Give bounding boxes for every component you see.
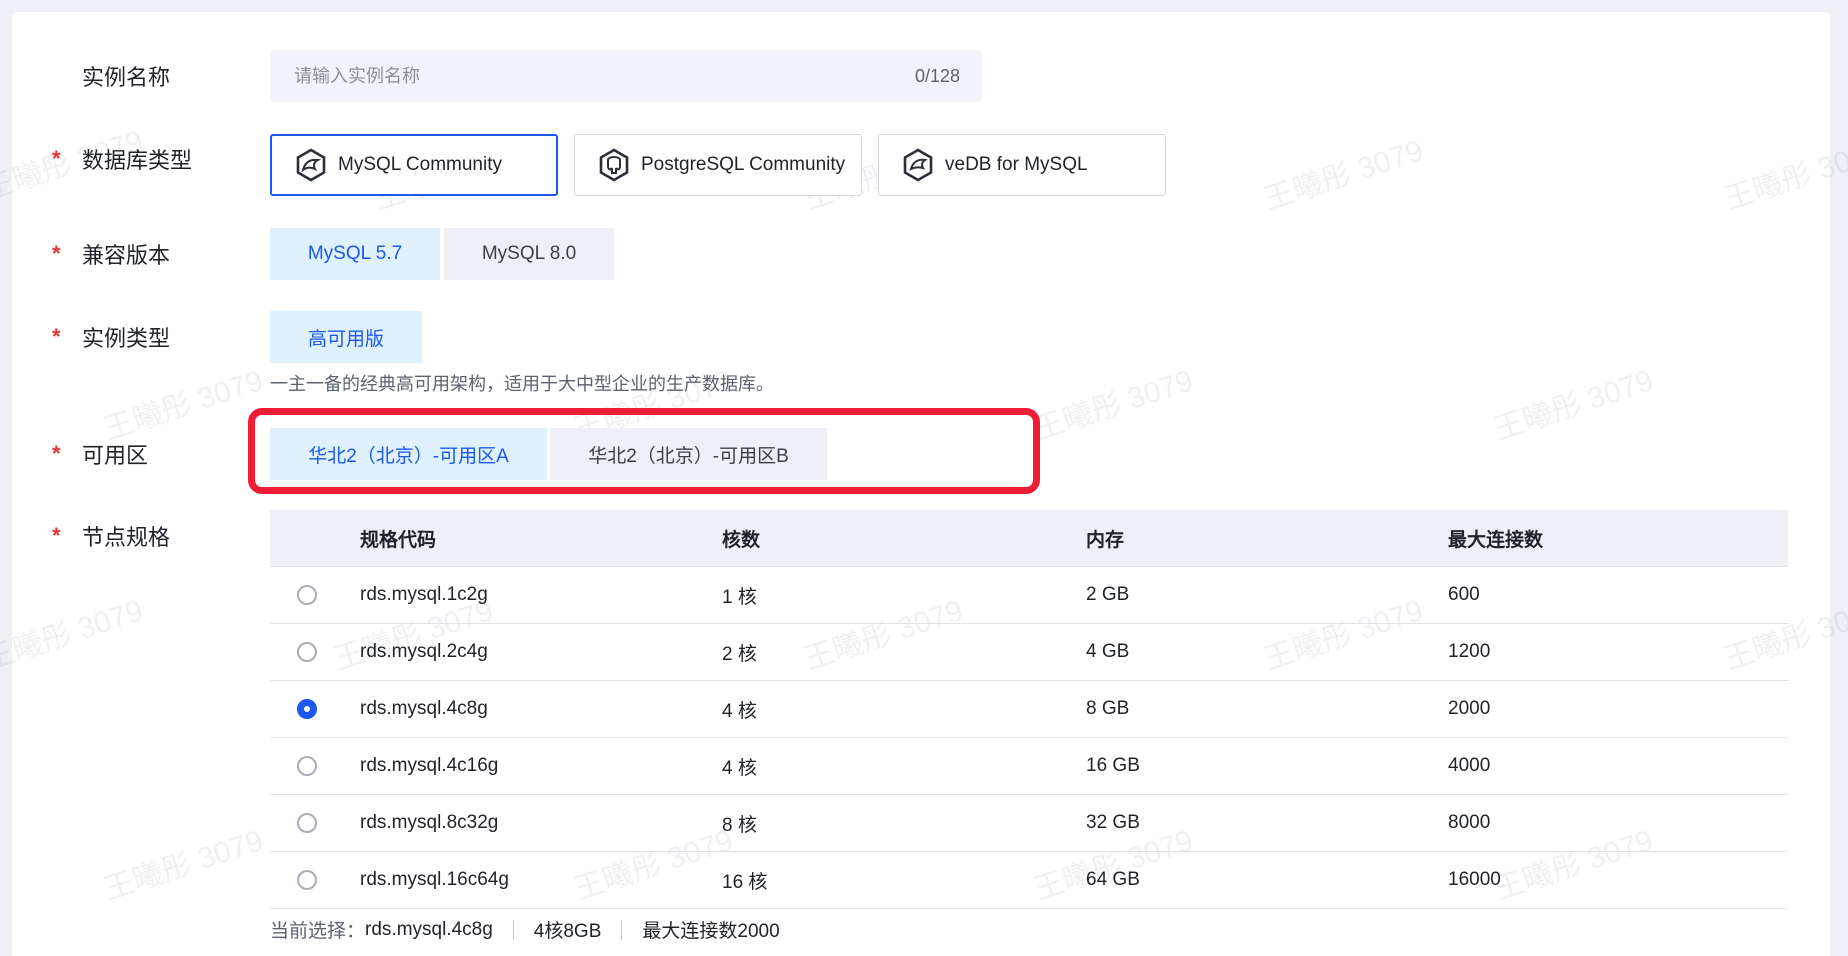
spec-radio[interactable] bbox=[297, 870, 317, 890]
current-selection-summary: 当前选择： rds.mysql.4c8g 4核8GB 最大连接数2000 bbox=[270, 916, 780, 943]
summary-label: 当前选择： bbox=[270, 921, 366, 942]
zone-highlight-box bbox=[248, 408, 1040, 494]
char-counter: 0/128 bbox=[914, 65, 960, 86]
mysql-logo-icon bbox=[296, 148, 326, 182]
postgresql-logo-icon bbox=[599, 148, 629, 182]
table-row[interactable]: rds.mysql.16c64g 16 核 64 GB 16000 bbox=[270, 852, 1788, 909]
column-header-cores: 核数 bbox=[722, 529, 761, 551]
db-type-label: * 数据库类型 bbox=[52, 146, 193, 173]
instance-name-field[interactable]: 0/128 bbox=[270, 50, 982, 102]
divider bbox=[512, 919, 514, 940]
version-label: * 兼容版本 bbox=[52, 241, 171, 268]
column-header-code: 规格代码 bbox=[360, 529, 437, 551]
spec-radio[interactable] bbox=[297, 756, 317, 776]
instance-type-label: * 实例类型 bbox=[52, 324, 171, 351]
db-type-postgresql-card[interactable]: PostgreSQL Community bbox=[574, 134, 862, 196]
db-type-vedb-card[interactable]: veDB for MySQL bbox=[878, 134, 1166, 196]
table-header: 规格代码 核数 内存 最大连接数 bbox=[270, 510, 1788, 567]
summary-spec: 4核8GB bbox=[533, 921, 602, 942]
instance-type-description: 一主一备的经典高可用架构，适用于大中型企业的生产数据库。 bbox=[270, 374, 774, 394]
spec-radio[interactable] bbox=[297, 585, 317, 605]
spec-radio[interactable] bbox=[297, 813, 317, 833]
db-type-mysql-card[interactable]: MySQL Community bbox=[270, 134, 558, 196]
version-mysql80-button[interactable]: MySQL 8.0 bbox=[444, 228, 614, 280]
instance-type-ha-button[interactable]: 高可用版 bbox=[270, 311, 422, 363]
divider bbox=[621, 919, 623, 940]
vedb-logo-icon bbox=[903, 148, 933, 182]
spec-radio-selected[interactable] bbox=[297, 699, 317, 719]
column-header-max-conn: 最大连接数 bbox=[1448, 529, 1544, 551]
table-row[interactable]: rds.mysql.4c16g 4 核 16 GB 4000 bbox=[270, 738, 1788, 795]
summary-conn: 最大连接数2000 bbox=[642, 921, 780, 942]
column-header-memory: 内存 bbox=[1086, 529, 1125, 551]
table-row[interactable]: rds.mysql.4c8g 4 核 8 GB 2000 bbox=[270, 681, 1788, 738]
summary-code: rds.mysql.4c8g bbox=[365, 918, 493, 940]
spec-radio[interactable] bbox=[297, 642, 317, 662]
instance-name-input[interactable] bbox=[292, 64, 896, 88]
table-row[interactable]: rds.mysql.2c4g 2 核 4 GB 1200 bbox=[270, 624, 1788, 681]
zone-label: * 可用区 bbox=[52, 441, 149, 468]
table-row[interactable]: rds.mysql.1c2g 1 核 2 GB 600 bbox=[270, 567, 1788, 624]
node-spec-label: * 节点规格 bbox=[52, 523, 171, 550]
table-row[interactable]: rds.mysql.8c32g 8 核 32 GB 8000 bbox=[270, 795, 1788, 852]
node-spec-table: 规格代码 核数 内存 最大连接数 rds.mysql.1c2g 1 核 2 GB… bbox=[270, 510, 1788, 909]
instance-name-label: * 实例名称 bbox=[82, 65, 171, 90]
version-mysql57-button[interactable]: MySQL 5.7 bbox=[270, 228, 440, 280]
